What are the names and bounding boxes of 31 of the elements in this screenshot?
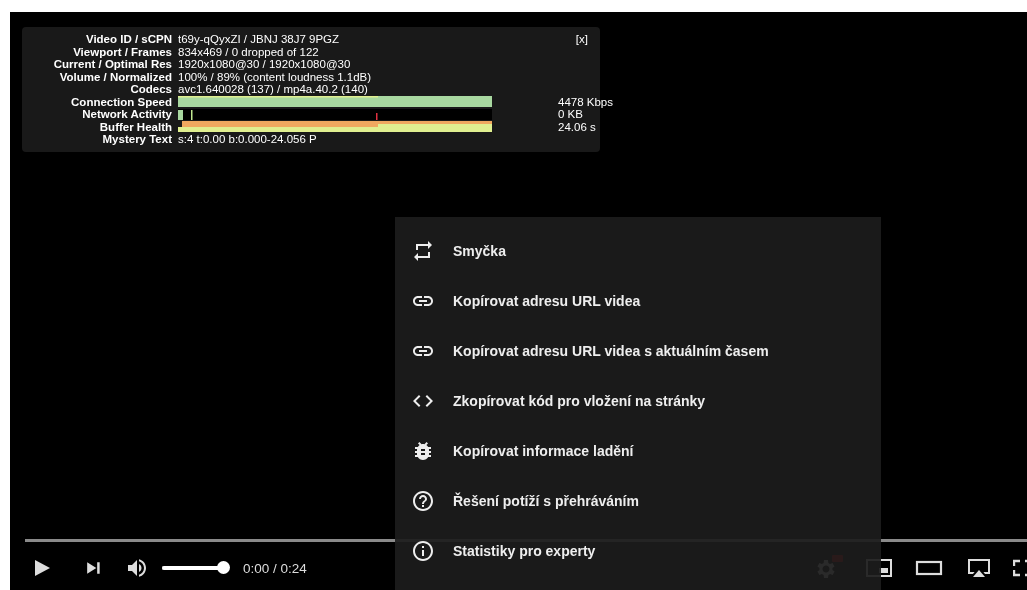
stat-value: 100% / 89% (content loudness 1.1dB) — [178, 70, 372, 83]
menu-item[interactable]: Kopírovat adresu URL videa s aktuálním časem — [395, 326, 881, 376]
stat-reading: 4478 Kbps — [558, 95, 613, 108]
stat-label: Video ID / sCPN — [84, 33, 172, 46]
info-icon — [411, 539, 435, 563]
time-display: 0:00 / 0:24 — [243, 560, 307, 576]
stat-label: Volume / Normalized — [58, 70, 172, 83]
stat-label: Viewport / Frames — [72, 45, 172, 58]
menu-item[interactable]: Zkopírovat kód pro vložení na stránky — [395, 376, 881, 426]
stat-label: Buffer Health — [98, 120, 172, 133]
stat-label: Mystery Text — [101, 133, 172, 146]
menu-item[interactable]: Kopírovat adresu URL videa — [395, 276, 881, 326]
stat-label: Codecs — [129, 83, 172, 96]
menu-item[interactable]: Smyčka — [395, 226, 881, 276]
stat-value: s:4 t:0.00 b:0.000-24.056 P — [178, 133, 317, 146]
stat-label: Current / Optimal Res — [52, 58, 172, 71]
airplay-icon[interactable] — [965, 556, 993, 580]
menu-item[interactable]: Statistiky pro experty — [395, 526, 881, 576]
stat-label: Network Activity — [81, 108, 172, 121]
menu-item[interactable]: Řešení potíží s přehráváním — [395, 476, 881, 526]
menu-item[interactable]: Kopírovat informace ladění — [395, 426, 881, 476]
close-link[interactable]: [x] — [575, 33, 588, 45]
stat-label: Connection Speed — [70, 95, 172, 108]
stat-value: 1920x1080@30 / 1920x1080@30 — [178, 58, 351, 71]
stat-value: 834x469 / 0 dropped of 122 — [178, 45, 319, 58]
stat-value: t69y-qQyxZI / JBNJ 38J7 9PGZ — [178, 33, 340, 46]
volume-icon[interactable] — [125, 556, 149, 580]
stat-reading: 0 KB — [558, 108, 583, 121]
stat-reading: 24.06 s — [558, 120, 596, 133]
help-icon — [411, 489, 435, 513]
stat-value: avc1.640028 (137) / mp4a.40.2 (140) — [178, 83, 368, 96]
